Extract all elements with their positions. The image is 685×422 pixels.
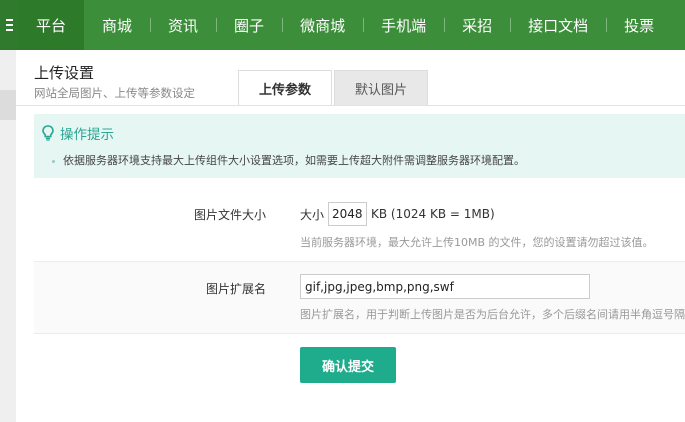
sidebar-active-marker [0, 90, 16, 120]
file-size-suffix: KB (1024 KB = 1MB) [371, 207, 495, 221]
nav-item-micro-mall[interactable]: 微商城 [282, 0, 363, 50]
extensions-label: 图片扩展名 [205, 282, 266, 296]
tab-default-images[interactable]: 默认图片 [334, 70, 429, 105]
bullet-icon [52, 159, 55, 163]
tab-upload-params[interactable]: 上传参数 [238, 70, 333, 106]
sidebar-collapsed [0, 50, 16, 422]
lightbulb-icon [42, 125, 54, 141]
form-row-file-size: 图片文件大小 大小 KB (1024 KB = 1MB) 当前服务器环境，最大允… [34, 186, 685, 262]
tip-item-text: 依据服务器环境支持最大上传组件大小设置选项，如需要上传超大附件需调整服务器环境配… [63, 154, 525, 167]
page-header: 上传设置 网站全局图片、上传等参数设定 [34, 62, 195, 101]
tip-item: 依据服务器环境支持最大上传组件大小设置选项，如需要上传超大附件需调整服务器环境配… [52, 152, 525, 168]
file-size-hint: 当前服务器环境，最大允许上传10MB 的文件，您的设置请勿超过该值。 [300, 236, 654, 249]
extensions-input[interactable] [300, 274, 590, 299]
page-title: 上传设置 [34, 64, 95, 82]
nav-item-news[interactable]: 资讯 [150, 0, 216, 50]
tips-panel: 操作提示 依据服务器环境支持最大上传组件大小设置选项，如需要上传超大附件需调整服… [34, 114, 685, 178]
extensions-hint: 图片扩展名，用于判断上传图片是否为后台允许，多个后缀名间请用半角逗号隔开 [300, 308, 685, 321]
form-row-extensions: 图片扩展名 图片扩展名，用于判断上传图片是否为后台允许，多个后缀名间请用半角逗号… [34, 262, 685, 334]
file-size-field: 大小 KB (1024 KB = 1MB) [300, 202, 495, 226]
nav-item-mall[interactable]: 商城 [84, 0, 150, 50]
nav-item-mobile[interactable]: 手机端 [363, 0, 444, 50]
file-size-prefix: 大小 [300, 207, 325, 222]
tab-bar: 上传参数 默认图片 [238, 70, 429, 106]
tips-title: 操作提示 [60, 127, 114, 143]
tips-header[interactable]: 操作提示 [42, 123, 114, 143]
nav-item-procurement[interactable]: 采招 [444, 0, 510, 50]
nav-item-platform[interactable]: 平台 [18, 0, 85, 50]
file-size-input[interactable] [328, 202, 368, 226]
menu-toggle-icon[interactable] [0, 0, 18, 50]
page-subtitle: 网站全局图片、上传等参数设定 [34, 86, 195, 100]
nav-item-vote[interactable]: 投票 [606, 0, 672, 50]
tab-divider [16, 105, 685, 106]
nav-item-circle[interactable]: 圈子 [216, 0, 282, 50]
top-navigation: 平台 商城 资讯 圈子 微商城 手机端 采招 接口文档 投票 [0, 0, 685, 50]
file-size-label: 图片文件大小 [193, 208, 266, 222]
submit-button[interactable]: 确认提交 [300, 347, 396, 383]
nav-item-api-docs[interactable]: 接口文档 [510, 0, 606, 50]
